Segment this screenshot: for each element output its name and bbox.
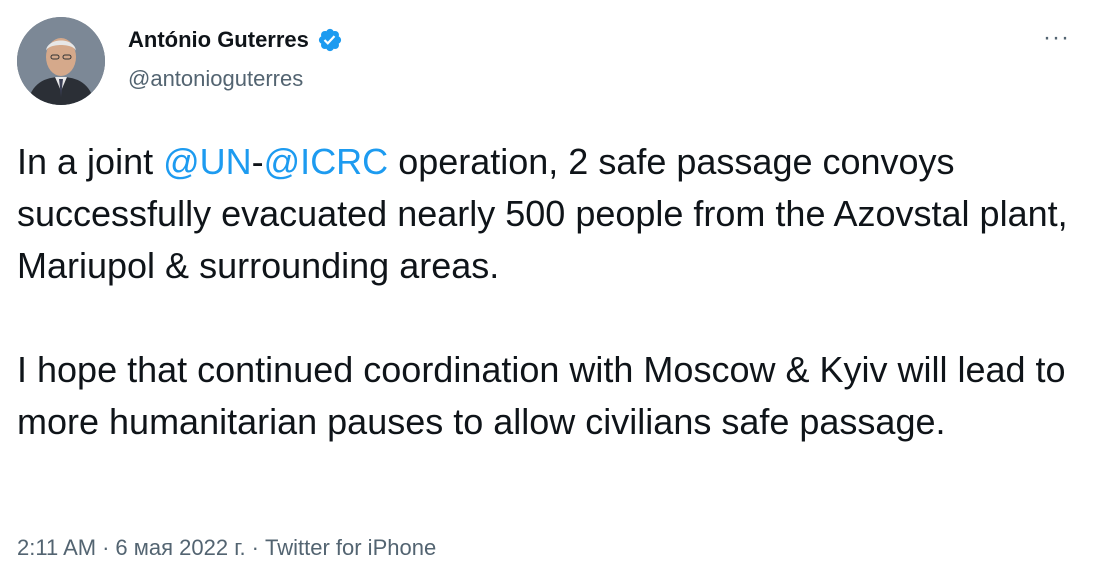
meta-separator: · (102, 535, 110, 560)
mention-un-link[interactable]: @UN (163, 141, 252, 182)
avatar-photo (17, 17, 105, 105)
tweet-text-segment: In a joint (17, 141, 164, 182)
tweet-time-link[interactable]: 2:11 AM (17, 535, 96, 561)
author-name-row: António Guterres (128, 27, 343, 53)
tweet-paragraph-1: In a joint @UN-@ICRC operation, 2 safe p… (17, 136, 1087, 292)
more-dots-icon[interactable]: ··· (1043, 26, 1070, 50)
avatar[interactable] (17, 17, 105, 105)
tweet-meta: 2:11 AM · 6 мая 2022 г. · Twitter for iP… (17, 535, 436, 561)
tweet-text-segment: - (251, 141, 264, 182)
mention-icrc-link[interactable]: @ICRC (264, 141, 389, 182)
verified-badge-icon[interactable] (317, 27, 343, 53)
tweet-date-link[interactable]: 6 мая 2022 г. (115, 535, 245, 561)
tweet-source-link[interactable]: Twitter for iPhone (265, 535, 436, 561)
author-display-name[interactable]: António Guterres (128, 27, 309, 53)
author-handle[interactable]: @antonioguterres (128, 66, 303, 92)
meta-separator: · (251, 535, 259, 560)
tweet-text: In a joint @UN-@ICRC operation, 2 safe p… (17, 136, 1087, 448)
tweet-paragraph-2: I hope that continued coordination with … (17, 349, 1066, 442)
